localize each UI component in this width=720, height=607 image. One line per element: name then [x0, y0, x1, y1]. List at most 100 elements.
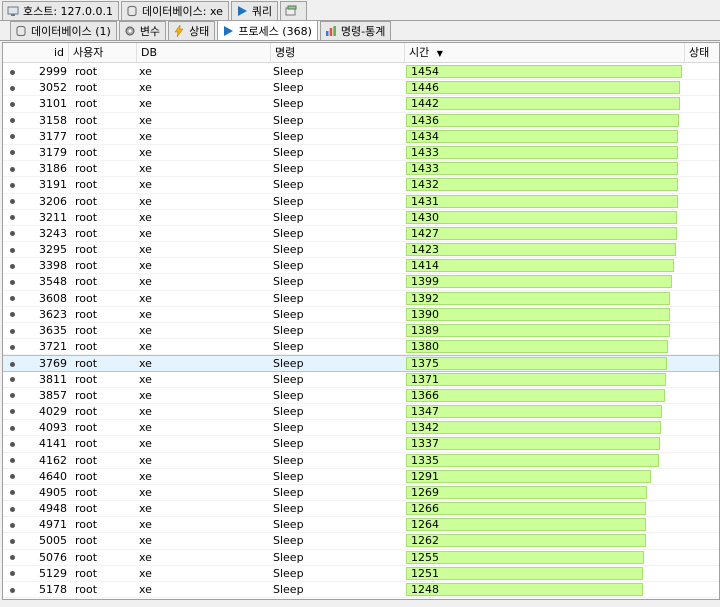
- top-tab-1[interactable]: 데이터베이스: xe: [121, 1, 229, 20]
- grid-header: id 사용자 DB 명령 시간 ▼ 상태: [3, 43, 719, 63]
- table-row[interactable]: 3191 root xe Sleep 1432: [3, 177, 719, 194]
- table-row[interactable]: 4948 root xe Sleep 1266: [3, 501, 719, 518]
- table-row[interactable]: 4093 root xe Sleep 1342: [3, 420, 719, 437]
- bullet-icon: [9, 263, 15, 269]
- table-row[interactable]: 3635 root xe Sleep 1389: [3, 323, 719, 340]
- column-header-state[interactable]: 상태: [685, 43, 719, 63]
- bullet-icon: [9, 279, 15, 285]
- column-header-db[interactable]: DB: [137, 43, 271, 63]
- table-row[interactable]: 5076 root xe Sleep 1255: [3, 550, 719, 566]
- time-bar: [406, 583, 643, 596]
- cell-id: 4141: [39, 437, 67, 451]
- row-status-icon: [3, 453, 21, 469]
- table-row[interactable]: 3243 root xe Sleep 1427: [3, 226, 719, 243]
- cell-time: 1291: [405, 469, 683, 485]
- time-bar: [406, 502, 646, 516]
- cell-id: 3811: [39, 372, 67, 386]
- time-bar: [406, 357, 667, 371]
- bullet-icon: [9, 101, 15, 107]
- time-value: 1371: [411, 372, 439, 386]
- cell-command: Sleep: [273, 421, 304, 435]
- cell-id: 3191: [39, 178, 67, 192]
- table-row[interactable]: 4162 root xe Sleep 1335: [3, 453, 719, 469]
- time-value: 1389: [411, 324, 439, 337]
- column-header-id[interactable]: id: [3, 43, 69, 63]
- cell-db: xe: [139, 566, 152, 580]
- sub-tab-bar: 데이터베이스 (1) 변수 상태 프로세스 (368) 명령-통계: [0, 20, 720, 41]
- row-status-icon: [3, 307, 21, 323]
- row-status-icon: [3, 372, 21, 388]
- grid-rows: 2999 root xe Sleep 1454 3052 root xe Sleep 1446 31…: [3, 64, 719, 599]
- cell-command: Sleep: [273, 357, 304, 371]
- sub-tab-0[interactable]: 데이터베이스 (1): [10, 21, 117, 40]
- table-row[interactable]: 4905 root xe Sleep 1269: [3, 485, 719, 502]
- table-row[interactable]: 3177 root xe Sleep 1434: [3, 129, 719, 145]
- table-row[interactable]: 4971 root xe Sleep 1264: [3, 517, 719, 534]
- table-row[interactable]: 3398 root xe Sleep 1414: [3, 258, 719, 275]
- time-value: 1399: [411, 275, 439, 289]
- table-row[interactable]: 4640 root xe Sleep 1291: [3, 469, 719, 485]
- table-row[interactable]: 3158 root xe Sleep 1436: [3, 113, 719, 129]
- time-bar: [406, 97, 680, 111]
- sub-tab-3[interactable]: 프로세스 (368): [217, 20, 318, 40]
- time-value: 1392: [411, 291, 439, 305]
- table-row[interactable]: 3623 root xe Sleep 1390: [3, 307, 719, 323]
- top-tab-0[interactable]: 호스트: 127.0.0.1: [2, 1, 120, 20]
- table-row[interactable]: 3186 root xe Sleep 1433: [3, 161, 719, 178]
- table-row[interactable]: 3211 root xe Sleep 1430: [3, 210, 719, 226]
- top-tab-2[interactable]: 쿼리: [230, 1, 279, 20]
- cell-command: Sleep: [273, 437, 304, 451]
- column-header-command[interactable]: 명령: [271, 43, 405, 63]
- cell-time: 1399: [405, 274, 683, 290]
- time-value: 1436: [411, 113, 439, 127]
- table-row[interactable]: 3052 root xe Sleep 1446: [3, 80, 719, 97]
- time-bar: [406, 145, 678, 159]
- row-status-icon: [3, 113, 21, 129]
- cell-user: root: [75, 421, 98, 435]
- table-row[interactable]: 3608 root xe Sleep 1392: [3, 291, 719, 307]
- table-row[interactable]: 5005 root xe Sleep 1262: [3, 533, 719, 550]
- cell-user: root: [75, 404, 98, 418]
- cell-user: root: [75, 259, 98, 273]
- table-row[interactable]: 3295 root xe Sleep 1423: [3, 242, 719, 259]
- table-row[interactable]: 3206 root xe Sleep 1431: [3, 194, 719, 210]
- time-bar: [406, 113, 679, 127]
- cell-id: 3635: [39, 324, 67, 337]
- cell-user: root: [75, 194, 98, 208]
- time-bar: [406, 469, 651, 483]
- time-value: 1427: [411, 226, 439, 240]
- cell-user: root: [75, 502, 98, 516]
- time-bar: [406, 437, 660, 451]
- table-row[interactable]: 4141 root xe Sleep 1337: [3, 436, 719, 453]
- column-header-time[interactable]: 시간 ▼: [405, 43, 685, 63]
- table-row[interactable]: 5129 root xe Sleep 1251: [3, 566, 719, 582]
- top-tab-3[interactable]: [280, 1, 308, 20]
- table-row[interactable]: 3857 root xe Sleep 1366: [3, 388, 719, 404]
- sub-tab-1[interactable]: 변수: [118, 21, 167, 40]
- cell-db: xe: [139, 291, 152, 305]
- table-row[interactable]: 3548 root xe Sleep 1399: [3, 274, 719, 291]
- table-row[interactable]: 3101 root xe Sleep 1442: [3, 96, 719, 113]
- table-row[interactable]: 3721 root xe Sleep 1380: [3, 339, 719, 356]
- table-row[interactable]: 3769 root xe Sleep 1375: [3, 355, 719, 372]
- table-row[interactable]: 3811 root xe Sleep 1371: [3, 372, 719, 388]
- cell-command: Sleep: [273, 275, 304, 289]
- cell-time: 1337: [405, 436, 683, 452]
- bullet-icon: [9, 522, 15, 528]
- bullet-icon: [9, 474, 15, 480]
- cell-user: root: [75, 291, 98, 305]
- process-list-grid[interactable]: id 사용자 DB 명령 시간 ▼ 상태 2999 root xe Sleep 1454…: [2, 42, 720, 600]
- row-status-icon: [3, 274, 21, 290]
- bullet-icon: [9, 538, 15, 544]
- column-header-user[interactable]: 사용자: [69, 43, 137, 63]
- table-row[interactable]: 4029 root xe Sleep 1347: [3, 404, 719, 421]
- cell-id: 3179: [39, 145, 67, 159]
- table-row[interactable]: 5178 root xe Sleep 1248: [3, 582, 719, 599]
- sub-tab-2[interactable]: 상태: [168, 21, 216, 40]
- cell-command: Sleep: [273, 388, 304, 402]
- time-value: 1291: [411, 469, 439, 483]
- table-row[interactable]: 2999 root xe Sleep 1454: [3, 64, 719, 81]
- table-row[interactable]: 3179 root xe Sleep 1433: [3, 145, 719, 162]
- row-status-icon: [3, 96, 21, 112]
- sub-tab-4[interactable]: 명령-통계: [319, 21, 392, 40]
